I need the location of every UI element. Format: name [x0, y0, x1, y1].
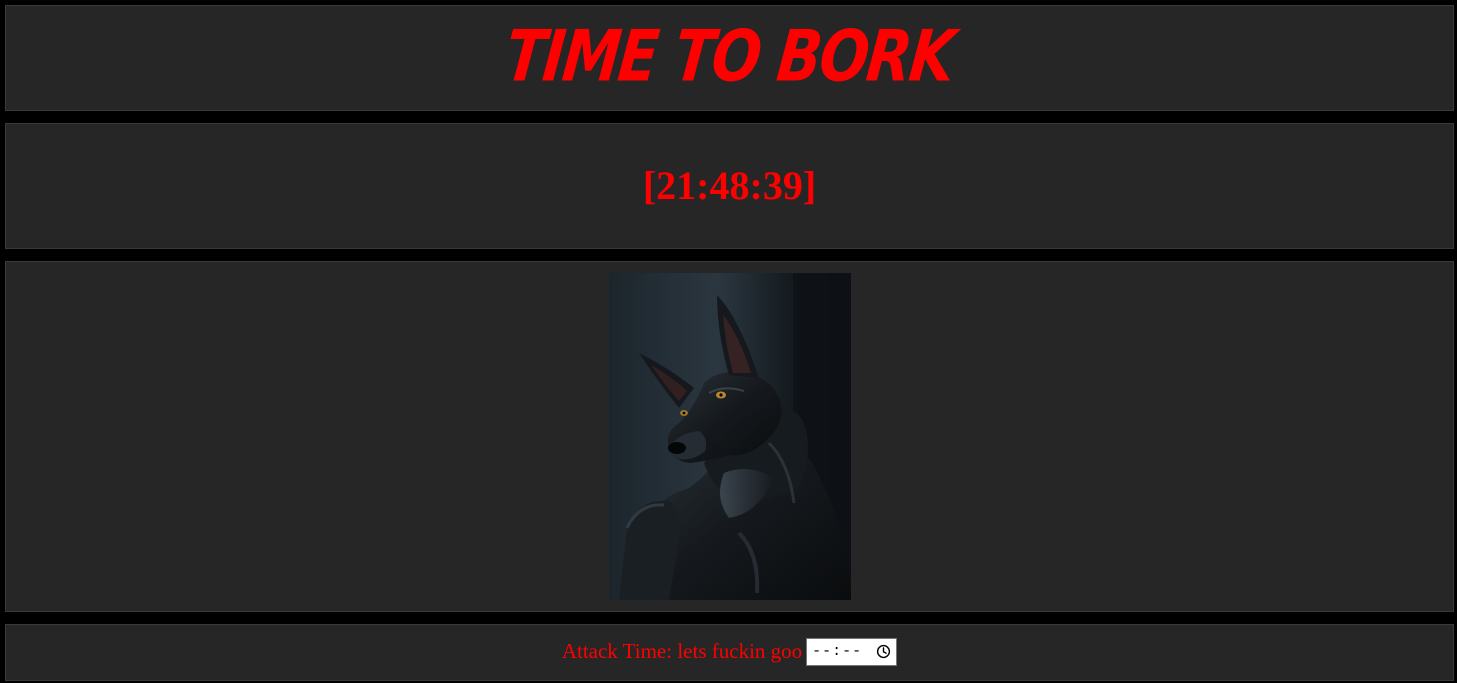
attack-time-input[interactable]: --:-- [806, 637, 898, 666]
clock-display: [21:48:39] [642, 162, 817, 208]
image-panel [5, 261, 1454, 612]
header-panel: Time to Bork [5, 5, 1454, 111]
clock-panel: [21:48:39] [5, 123, 1454, 249]
dog-photo [608, 272, 851, 600]
page-title: Time to Bork [501, 14, 958, 98]
attack-time-label: Attack Time: lets fuckin goo [561, 639, 803, 663]
footer-panel: Attack Time: lets fuckin goo --:-- [5, 624, 1454, 681]
clock-icon[interactable] [876, 644, 891, 659]
attack-time-row: Attack Time: lets fuckin goo --:-- [561, 637, 898, 666]
time-input-placeholder: --:-- [812, 643, 863, 660]
